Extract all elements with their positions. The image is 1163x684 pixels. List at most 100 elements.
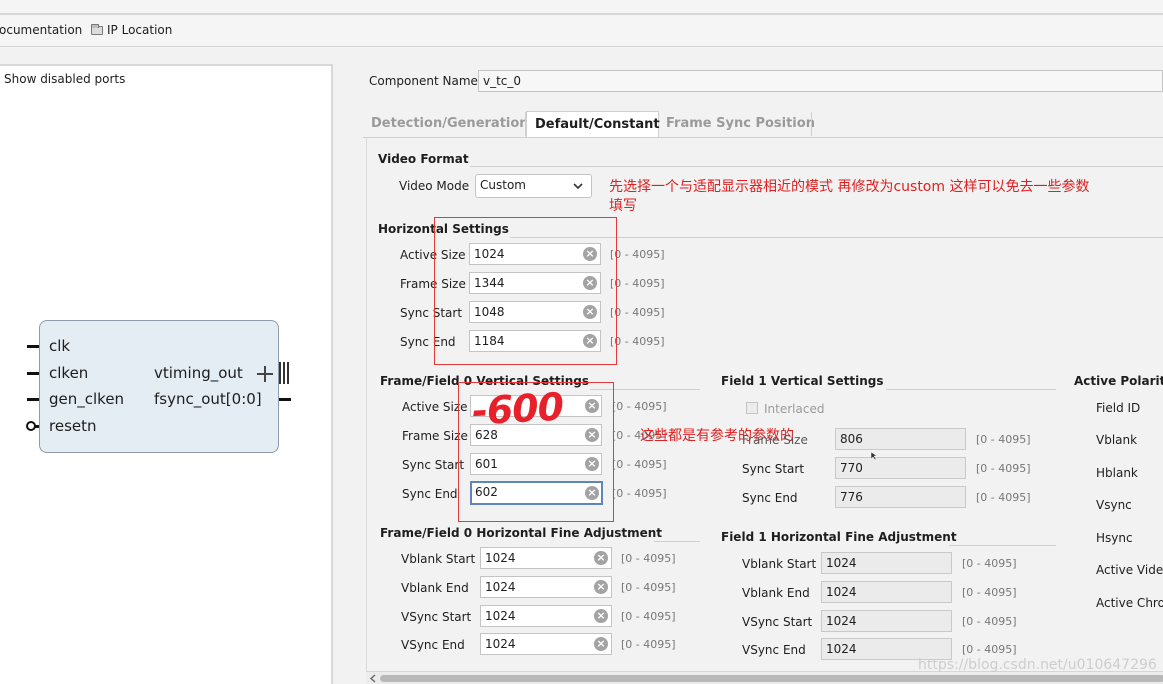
polarity-field-id: Field ID bbox=[1096, 401, 1141, 415]
active-polarity-title: Active Polarity bbox=[1074, 374, 1163, 388]
range-hint: [0 - 4095] bbox=[976, 433, 1031, 446]
show-disabled-ports-checkbox-label[interactable]: Show disabled ports bbox=[4, 72, 125, 86]
tab-divider bbox=[811, 112, 812, 136]
interlaced-checkbox[interactable] bbox=[746, 402, 758, 414]
toolbar: ocumentation IP Location bbox=[0, 0, 1163, 48]
range-hint: [0 - 4095] bbox=[621, 552, 676, 565]
pin-clken bbox=[27, 372, 39, 375]
tab-frame-sync-position[interactable]: Frame Sync Position bbox=[658, 111, 823, 137]
range-hint: [0 - 4095] bbox=[612, 458, 667, 471]
inverted-pin-bubble-icon bbox=[26, 421, 36, 431]
toolbar-bottom-border bbox=[0, 46, 1163, 47]
port-label-clk: clk bbox=[49, 337, 71, 355]
range-hint: [0 - 4095] bbox=[610, 248, 665, 261]
range-hint: [0 - 4095] bbox=[962, 643, 1017, 656]
clear-icon[interactable]: × bbox=[594, 580, 608, 594]
watermark: https://blog.csdn.net/u010647296 bbox=[918, 657, 1157, 673]
f1-vblank-end-label: Vblank End bbox=[742, 586, 810, 600]
f1-vsync-end-label: VSync End bbox=[742, 643, 806, 657]
f1-vblank-start-label: Vblank Start bbox=[742, 557, 817, 571]
range-hint: [0 - 4095] bbox=[621, 638, 676, 651]
f1-sync-start-input[interactable]: 770 bbox=[835, 457, 966, 479]
pin-gen-clken bbox=[27, 398, 39, 401]
f1-vsync-start-label: VSync Start bbox=[742, 615, 813, 629]
f1-sync-end-input[interactable]: 776 bbox=[835, 486, 966, 508]
clear-icon[interactable]: × bbox=[594, 637, 608, 651]
range-hint: [0 - 4095] bbox=[610, 277, 665, 290]
port-label-vtiming-out: vtiming_out bbox=[154, 364, 243, 382]
video-mode-label: Video Mode bbox=[399, 179, 470, 193]
f1-vsync-start-input[interactable]: 1024 bbox=[821, 610, 952, 632]
ip-location-button[interactable]: IP Location bbox=[91, 23, 172, 37]
range-hint: [0 - 4095] bbox=[976, 462, 1031, 475]
pin-clk bbox=[27, 345, 39, 348]
f1-frame-size-label: Frame Size bbox=[742, 433, 808, 447]
tab-default-constant[interactable]: Default/Constant bbox=[526, 111, 660, 137]
fine0-title: Frame/Field 0 Horizontal Fine Adjustment bbox=[380, 526, 663, 540]
f0-vsync-start-label: VSync Start bbox=[401, 610, 472, 624]
tab-detection-generation[interactable]: Detection/Generation bbox=[363, 111, 537, 137]
toolbar-divider bbox=[0, 13, 1163, 15]
polarity-active-video: Active Video bbox=[1096, 563, 1163, 577]
video-mode-select[interactable]: Custom bbox=[475, 174, 592, 198]
folder-icon bbox=[91, 24, 103, 35]
chevron-down-icon bbox=[573, 183, 583, 190]
port-label-gen-clken: gen_clken bbox=[49, 390, 125, 408]
annotation-mode-note: 先选择一个与适配显示器相近的模式 再修改为custom 这样可以免去一些参数 bbox=[609, 179, 1090, 195]
section-divider bbox=[470, 166, 1163, 167]
range-hint: [0 - 4095] bbox=[610, 306, 665, 319]
f0-vsync-start-input[interactable]: 1024 bbox=[480, 605, 612, 627]
f0-vsync-end-input[interactable]: 1024 bbox=[480, 633, 612, 655]
component-name-label: Component Name bbox=[369, 74, 478, 88]
component-name-input[interactable]: v_tc_0 bbox=[478, 70, 1163, 92]
chevron-left-icon[interactable] bbox=[369, 674, 376, 683]
range-hint: [0 - 4095] bbox=[612, 400, 667, 413]
clear-icon[interactable]: × bbox=[594, 551, 608, 565]
polarity-vblank: Vblank bbox=[1096, 433, 1138, 447]
section-divider bbox=[949, 545, 1056, 546]
range-hint: [0 - 4095] bbox=[962, 557, 1017, 570]
ip-location-label: IP Location bbox=[107, 23, 173, 37]
port-label-fsync-out: fsync_out[0:0] bbox=[154, 390, 262, 408]
interlaced-label: Interlaced bbox=[764, 402, 825, 416]
annotation-mode-note-line2: 填写 bbox=[609, 198, 637, 214]
f1-vblank-start-input[interactable]: 1024 bbox=[821, 552, 952, 574]
f1-frame-size-input[interactable]: 806 bbox=[835, 428, 966, 450]
section-divider bbox=[886, 389, 1056, 390]
clear-icon[interactable]: × bbox=[594, 609, 608, 623]
v-sync-end-label: Sync End bbox=[402, 487, 458, 501]
annotation-box-horizontal bbox=[434, 217, 617, 365]
scrollbar-thumb[interactable] bbox=[380, 675, 1163, 682]
f1-vblank-end-input[interactable]: 1024 bbox=[821, 581, 952, 603]
range-hint: [0 - 4095] bbox=[621, 581, 676, 594]
range-hint: [0 - 4095] bbox=[976, 491, 1031, 504]
f0-vblank-end-input[interactable]: 1024 bbox=[480, 576, 612, 598]
range-hint: [0 - 4095] bbox=[962, 615, 1017, 628]
annotation-handwritten-600: -600 bbox=[470, 384, 565, 434]
f0-vsync-end-label: VSync End bbox=[401, 638, 465, 652]
documentation-button[interactable]: ocumentation bbox=[0, 23, 82, 37]
video-mode-value: Custom bbox=[480, 178, 526, 192]
video-format-title: Video Format bbox=[378, 152, 469, 166]
f0-vblank-start-input[interactable]: 1024 bbox=[480, 547, 612, 569]
polarity-hblank: Hblank bbox=[1096, 466, 1138, 480]
active-polarity-section: Active Polarity Field ID Vblank Hblank V… bbox=[1070, 368, 1163, 618]
range-hint: [0 - 4095] bbox=[612, 487, 667, 500]
polarity-active-chroma: Active Chroma bbox=[1096, 596, 1163, 610]
f0-vblank-start-label: Vblank Start bbox=[401, 552, 476, 566]
f1-sync-end-label: Sync End bbox=[742, 491, 798, 505]
port-label-resetn: resetn bbox=[49, 417, 97, 435]
range-hint: [0 - 4095] bbox=[962, 586, 1017, 599]
f1-sync-start-label: Sync Start bbox=[742, 462, 805, 476]
field1-vertical-title: Field 1 Vertical Settings bbox=[721, 374, 884, 388]
expand-interface-plus-icon[interactable] bbox=[257, 366, 273, 382]
polarity-hsync: Hsync bbox=[1096, 531, 1133, 545]
mouse-cursor-icon bbox=[870, 451, 878, 461]
range-hint: [0 - 4095] bbox=[610, 335, 665, 348]
field1-fine-title: Field 1 Horizontal Fine Adjustment bbox=[721, 530, 957, 544]
port-label-clken: clken bbox=[49, 364, 89, 382]
v-sync-start-label: Sync Start bbox=[402, 458, 465, 472]
section-divider bbox=[654, 541, 700, 542]
pin-fsync-out bbox=[279, 398, 291, 401]
bus-pin-icon bbox=[279, 362, 291, 384]
